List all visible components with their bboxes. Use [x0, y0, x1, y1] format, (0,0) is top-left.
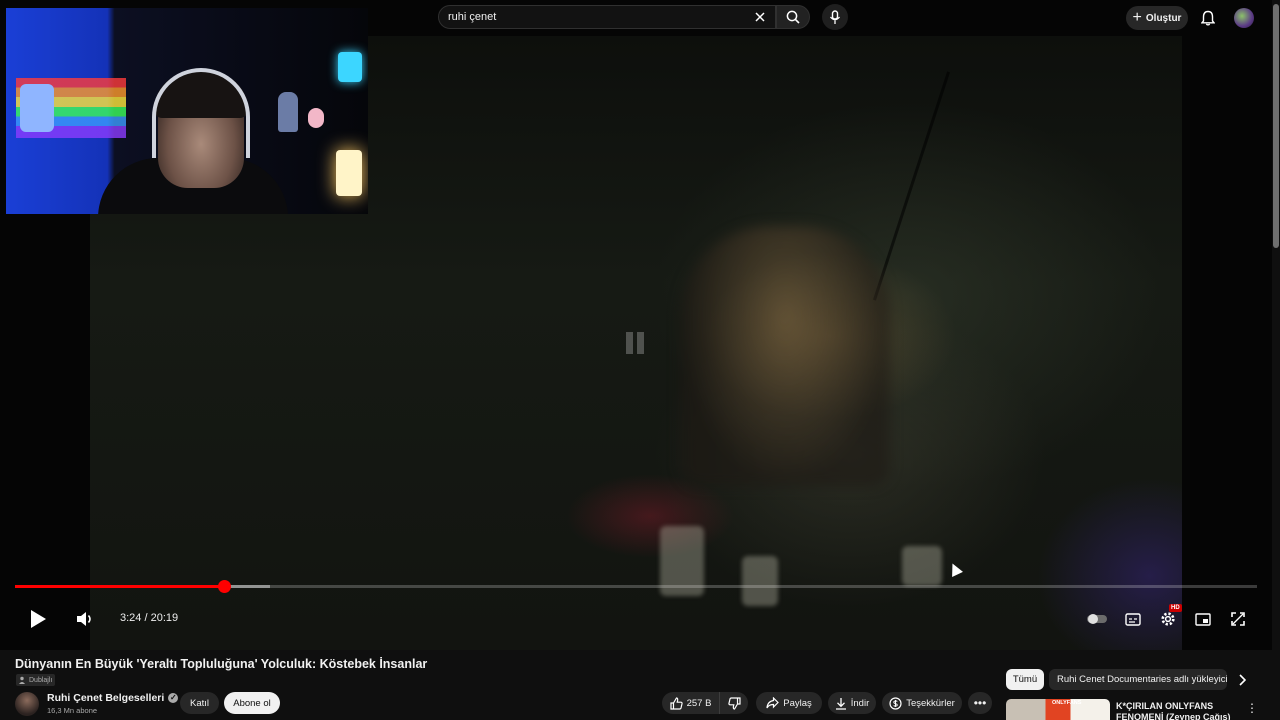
- miniplayer-button[interactable]: [1192, 608, 1214, 630]
- volume-button[interactable]: [74, 608, 96, 630]
- dubbed-badge: Dublajlı: [16, 674, 56, 686]
- progress-bar[interactable]: [15, 580, 1257, 593]
- like-button[interactable]: 257 B: [662, 692, 720, 714]
- subtitles-icon: [1125, 612, 1141, 626]
- search-input[interactable]: [448, 11, 748, 23]
- thanks-label: Teşekkürler: [906, 697, 955, 709]
- headphones: [152, 68, 250, 158]
- chip-all[interactable]: Tümü: [1006, 669, 1044, 690]
- download-icon: [835, 697, 846, 710]
- progress-scrubber[interactable]: [217, 580, 231, 593]
- time-separator: /: [141, 612, 151, 624]
- vertical-more-icon: ⋮: [1246, 701, 1258, 715]
- figurine: [278, 92, 298, 132]
- scrollbar-thumb[interactable]: [1273, 4, 1279, 248]
- plus-icon: +: [1132, 9, 1142, 26]
- download-label: İndir: [850, 697, 870, 709]
- autoplay-toggle[interactable]: [1086, 608, 1108, 630]
- search-button[interactable]: [776, 5, 810, 29]
- chip-from-uploader[interactable]: Ruhi Cenet Documentaries adlı yükleyicid…: [1049, 669, 1227, 690]
- current-time: 3:24: [120, 612, 142, 624]
- search-box: [438, 5, 776, 29]
- search-icon: [786, 10, 800, 24]
- subscriber-count: 16,3 Mn abone: [47, 706, 98, 715]
- create-button[interactable]: + Oluştur: [1126, 6, 1188, 30]
- share-label: Paylaş: [783, 697, 812, 709]
- video-player[interactable]: 3:24 / 20:19 HD: [0, 0, 1272, 650]
- thumbnail-text: ONLYFANS: [1052, 700, 1082, 706]
- pink-figurine: [308, 108, 324, 128]
- channel-name-text: Ruhi Çenet Belgeselleri: [47, 692, 165, 704]
- autoplay-toggle-icon: [1087, 614, 1107, 624]
- bell-icon: [1201, 10, 1215, 26]
- more-actions-button[interactable]: •••: [968, 692, 992, 714]
- mic-icon: [829, 9, 841, 24]
- miniplayer-icon: [1195, 612, 1211, 626]
- chips-next-button[interactable]: [1232, 670, 1252, 690]
- clear-search-button[interactable]: [751, 8, 769, 26]
- subscribe-button[interactable]: Abone ol: [224, 692, 280, 714]
- video-person: [680, 226, 890, 486]
- pause-indicator-icon: [626, 332, 648, 354]
- neon-sign: [338, 52, 362, 82]
- close-icon: [755, 12, 765, 22]
- dislike-button[interactable]: [720, 692, 748, 714]
- dubbed-label: Dublajlı: [29, 676, 53, 684]
- recommended-video-menu-button[interactable]: ⋮: [1246, 701, 1258, 717]
- thanks-button[interactable]: Teşekkürler: [882, 692, 962, 714]
- volume-icon: [77, 612, 91, 626]
- channel-name[interactable]: Ruhi Çenet Belgeselleri ✓: [47, 692, 179, 704]
- share-button[interactable]: Paylaş: [756, 692, 822, 714]
- video-cup: [902, 546, 942, 586]
- account-avatar[interactable]: [1234, 8, 1254, 28]
- hd-badge: HD: [1169, 604, 1182, 612]
- share-icon: [766, 697, 780, 709]
- nyan-cat: [20, 84, 54, 132]
- youtube-watch-page: 3:24 / 20:19 HD + Oluştur: [0, 0, 1280, 720]
- chevron-right-icon: [1239, 674, 1246, 686]
- fullscreen-icon: [1231, 612, 1245, 626]
- like-icon: [669, 696, 683, 710]
- join-button[interactable]: Katıl: [180, 692, 219, 714]
- time-display: 3:24 / 20:19: [120, 612, 178, 624]
- fullscreen-button[interactable]: [1227, 608, 1249, 630]
- progress-played: [15, 585, 224, 588]
- like-count: 257 B: [686, 697, 712, 709]
- play-button[interactable]: [27, 608, 49, 630]
- tent-pole: [872, 71, 951, 301]
- streamer-webcam-overlay: [6, 8, 368, 214]
- recommended-video-title[interactable]: K*ÇIRILAN ONLYFANS FENOMENİ (Zeynep Çağı…: [1116, 701, 1246, 720]
- create-label: Oluştur: [1145, 12, 1182, 24]
- duration: 20:19: [150, 612, 179, 624]
- video-cup: [742, 556, 778, 606]
- channel-avatar[interactable]: [15, 692, 39, 716]
- video-title: Dünyanın En Büyük 'Yeraltı Topluluğuna' …: [15, 657, 428, 671]
- recommended-video-thumbnail[interactable]: ONLYFANS: [1006, 699, 1110, 720]
- notifications-button[interactable]: [1197, 7, 1219, 29]
- voice-search-button[interactable]: [822, 4, 848, 30]
- dub-icon: [19, 676, 25, 684]
- verified-icon: ✓: [168, 693, 179, 703]
- play-icon: [31, 610, 46, 628]
- lamp: [336, 150, 362, 196]
- download-button[interactable]: İndir: [828, 692, 876, 714]
- more-icon: •••: [973, 696, 987, 710]
- dislike-icon: [727, 696, 741, 710]
- settings-icon: [1161, 612, 1175, 626]
- thanks-icon: [889, 696, 902, 710]
- like-dislike-group: 257 B: [662, 692, 748, 714]
- subtitles-button[interactable]: [1122, 608, 1144, 630]
